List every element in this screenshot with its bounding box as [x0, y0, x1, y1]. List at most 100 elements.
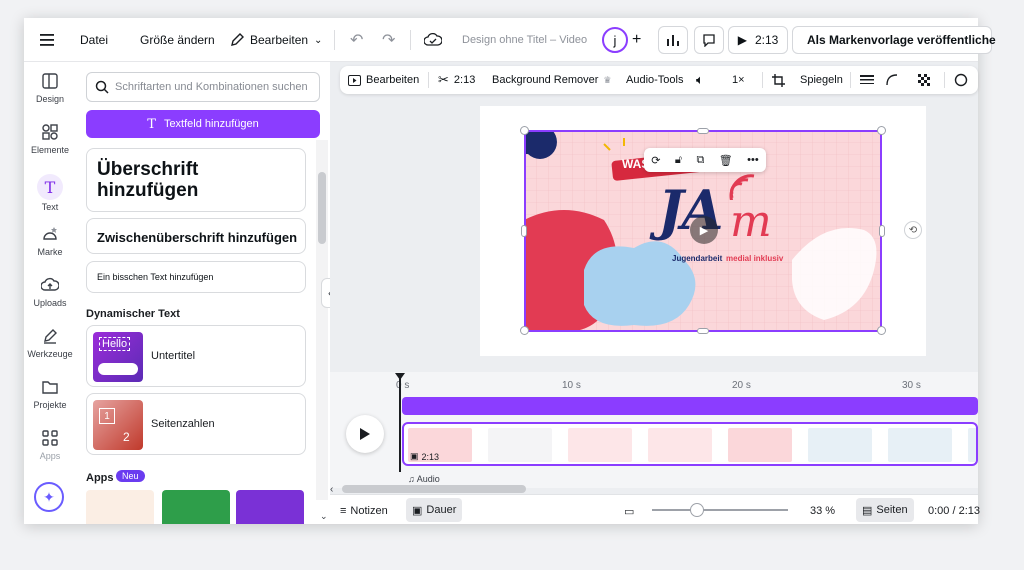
audio-track-label[interactable]: ♫ Audio — [408, 474, 440, 484]
volume-icon[interactable]: 🔈︎ — [696, 66, 704, 94]
divider — [762, 72, 763, 88]
duration-label: Dauer — [426, 504, 457, 516]
video-icon — [348, 74, 361, 86]
waveform-icon — [98, 363, 138, 375]
trim-button[interactable]: ✂ 2:13 — [438, 66, 475, 94]
style-icon[interactable] — [954, 66, 968, 94]
heading-text: Überschrift hinzufügen — [97, 159, 199, 201]
clip-thumbnail — [968, 428, 976, 462]
page-numbers-card[interactable]: 1 2 Seitenzahlen — [86, 393, 306, 455]
rail-item-brand[interactable]: Marke — [24, 225, 76, 271]
timeline-play-button[interactable] — [346, 415, 384, 453]
duration-button[interactable]: ▣ Dauer — [406, 498, 463, 522]
text-track-bar[interactable] — [402, 397, 978, 415]
scroll-down-icon[interactable]: ⌄ — [320, 511, 328, 522]
element-context-toolbar: ⟳ 🔓︎ ⧉ 🗑︎ ••• — [644, 148, 766, 172]
notes-icon: ≡ — [340, 505, 347, 517]
pages-button[interactable]: ▤ Seiten — [856, 498, 914, 522]
present-button[interactable]: ▶ 2:13 — [728, 26, 788, 54]
audio-tools-button[interactable]: Audio-Tools — [626, 66, 683, 94]
comment-button[interactable] — [694, 26, 724, 54]
resize-handle-bl[interactable] — [520, 326, 529, 335]
rail-item-text[interactable]: T Text — [24, 174, 76, 220]
app-thumbnail[interactable] — [86, 490, 154, 524]
rail-item-tools[interactable]: Werkzeuge — [24, 327, 76, 373]
cloud-save-icon[interactable] — [424, 18, 442, 62]
search-placeholder: Schriftarten und Kombinationen suchen — [115, 81, 308, 93]
resize-handle-bottom[interactable] — [697, 328, 709, 334]
brand-template-button[interactable]: Als Markenvorlage veröffentliche — [792, 26, 996, 54]
border-style-icon[interactable] — [860, 66, 874, 94]
magic-sparkle-icon[interactable]: ✦ — [34, 482, 64, 512]
hello-text: Hello — [99, 337, 131, 351]
zoom-level[interactable]: 33 % — [810, 496, 835, 526]
hamburger-icon[interactable] — [40, 18, 56, 62]
video-clip-track[interactable]: ▣ 2:13 — [402, 422, 978, 466]
clip-thumbnail — [728, 428, 792, 462]
resize-button[interactable]: Größe ändern — [140, 18, 215, 62]
file-menu[interactable]: Datei — [80, 18, 108, 62]
resize-handle-tr[interactable] — [877, 126, 886, 135]
resize-handle-tl[interactable] — [520, 126, 529, 135]
clip-thumbnail — [648, 428, 712, 462]
refresh-icon[interactable]: ⟳ — [651, 154, 660, 167]
background-remover-button[interactable]: Background Remover ♛ — [492, 66, 611, 94]
redo-icon[interactable]: ↷ — [382, 18, 395, 62]
duplicate-icon[interactable]: ⧉ — [696, 154, 704, 167]
resize-handle-right[interactable] — [879, 225, 885, 237]
dynamic-text-title: Dynamischer Text — [86, 308, 180, 320]
app-thumbnail[interactable] — [162, 490, 230, 524]
trash-icon[interactable]: 🗑︎ — [719, 154, 733, 167]
speed-button[interactable]: 1× — [732, 66, 745, 94]
rail-item-uploads[interactable]: Uploads — [24, 276, 76, 322]
edit-video-button[interactable]: Bearbeiten — [348, 66, 419, 94]
add-collaborator-icon[interactable]: + — [632, 18, 641, 62]
notes-button[interactable]: ≡ Notizen — [340, 496, 388, 526]
panel-scroll-thumb[interactable] — [318, 172, 326, 244]
rail-label: Elemente — [30, 145, 70, 155]
crop-icon[interactable] — [772, 66, 785, 94]
rail-item-projects[interactable]: Projekte — [24, 378, 76, 424]
page-view-icon[interactable]: ▭ — [624, 496, 634, 526]
insights-button[interactable] — [658, 26, 688, 54]
zoom-slider-track[interactable] — [652, 509, 788, 511]
app-thumbnail[interactable] — [236, 490, 304, 524]
lock-icon[interactable]: 🔓︎ — [675, 154, 682, 167]
chevron-down-icon: ⌄ — [314, 34, 323, 46]
pages-icon: ▤ — [862, 504, 873, 517]
body-text-card[interactable]: Ein bisschen Text hinzufügen — [86, 261, 306, 293]
avatar[interactable]: j — [602, 18, 628, 62]
resize-handle-left[interactable] — [521, 225, 527, 237]
layout-icon — [42, 73, 58, 89]
playhead-marker[interactable] — [395, 373, 405, 380]
body-text: Ein bisschen Text hinzufügen — [97, 272, 214, 282]
playhead[interactable] — [399, 376, 401, 472]
add-textbox-button[interactable]: T Textfeld hinzufügen — [86, 110, 320, 138]
edit-menu[interactable]: Bearbeiten ⌄ — [230, 18, 322, 62]
text-icon: T — [37, 174, 63, 200]
rail-label: Marke — [37, 247, 63, 257]
subtitle-card[interactable]: Hello Untertitel — [86, 325, 306, 387]
transparency-icon[interactable] — [918, 66, 931, 94]
heading-card[interactable]: Überschrift hinzufügen — [86, 148, 306, 212]
timeline-horizontal-scrollbar[interactable] — [342, 485, 526, 493]
subheading-card[interactable]: Zwischenüberschrift hinzufügen — [86, 218, 306, 254]
edit-video-label: Bearbeiten — [366, 74, 420, 86]
document-title[interactable]: Design ohne Titel – Video — [462, 18, 587, 62]
rail-item-design[interactable]: Design — [24, 72, 76, 118]
resize-handle-top[interactable] — [697, 128, 709, 134]
resize-handle-br[interactable] — [877, 326, 886, 335]
trim-duration: 2:13 — [453, 74, 476, 86]
undo-icon[interactable]: ↶ — [350, 18, 363, 62]
apps-title: Apps — [86, 472, 114, 484]
mirror-button[interactable]: Spiegeln — [800, 66, 843, 94]
rail-item-apps[interactable]: Apps — [24, 429, 76, 475]
rotate-page-icon[interactable]: ⟲ — [904, 221, 922, 239]
corner-rounding-icon[interactable] — [886, 66, 898, 94]
more-icon[interactable]: ••• — [747, 154, 759, 166]
page-numbers-label: Seitenzahlen — [151, 418, 215, 430]
zoom-slider-thumb[interactable] — [690, 503, 704, 517]
font-search-input[interactable]: Schriftarten und Kombinationen suchen — [86, 72, 320, 102]
rail-item-elements[interactable]: Elemente — [24, 123, 76, 169]
add-textbox-label: Textfeld hinzufügen — [163, 118, 259, 130]
